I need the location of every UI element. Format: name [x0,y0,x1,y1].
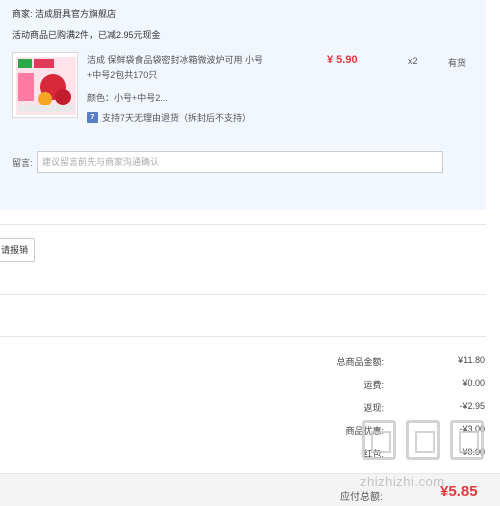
message-label: 留言: [12,158,33,168]
summary-value: ¥11.80 [458,355,485,365]
shop-order-panel: 商家: 洁成厨具官方旗舰店 活动商品已购满2件，已减2.95元现金 洁成 保鲜袋… [0,0,486,210]
total-amount: ¥5.85 [440,483,478,500]
section-divider [0,294,486,295]
message-input[interactable] [37,151,443,173]
section-divider [0,224,486,225]
return-policy-text: 支持7天无理由退货（拆封后不支持） [102,113,252,123]
summary-value: ¥0.00 [462,378,485,388]
summary-value: -¥3.00 [459,424,485,434]
summary-label: 运费: [363,380,384,390]
stock-status: 有货 [448,58,467,68]
seven-day-return-icon: 7 [87,112,98,123]
summary-row-cashback: 返现: -¥2.95 [290,401,486,415]
seller-name[interactable]: 商家: 洁成厨具官方旗舰店 [12,7,116,20]
product-title-line1[interactable]: 洁成 保鲜袋食品袋密封冰箱微波炉可用 小号 [87,55,263,65]
summary-label: 商品优惠: [345,426,384,436]
summary-row-subtotal: 总商品金额: ¥11.80 [290,355,486,369]
summary-value: -¥0.00 [459,447,485,457]
promo-notice: 活动商品已购满2件，已减2.95元现金 [12,30,161,40]
return-policy: 7 支持7天无理由退货（拆封后不支持） [87,111,251,124]
product-image-icon [13,53,77,117]
summary-label: 总商品金额: [336,357,384,367]
summary-label: 返现: [363,403,384,413]
invoice-button[interactable]: 请报销 [0,238,36,262]
product-spec: 颜色：小号+中号2... [87,93,168,103]
product-thumbnail[interactable] [12,52,78,118]
summary-value: -¥2.95 [459,401,485,411]
product-quantity: x2 [408,56,418,66]
total-label: 应付总额: [340,492,383,503]
product-price: ¥ 5.90 [327,54,358,66]
section-divider [0,336,486,337]
summary-row-shipping: 运费: ¥0.00 [290,378,486,392]
summary-row-redpacket: 红包: -¥0.00 [290,447,486,461]
summary-label: 红包: [363,449,384,459]
total-bar [0,473,500,506]
summary-row-discount: 商品优惠: -¥3.00 [290,424,486,438]
product-title[interactable]: 洁成 保鲜袋食品袋密封冰箱微波炉可用 小号 +中号2包共170只 [87,53,287,83]
product-title-line2[interactable]: +中号2包共170只 [87,70,157,80]
